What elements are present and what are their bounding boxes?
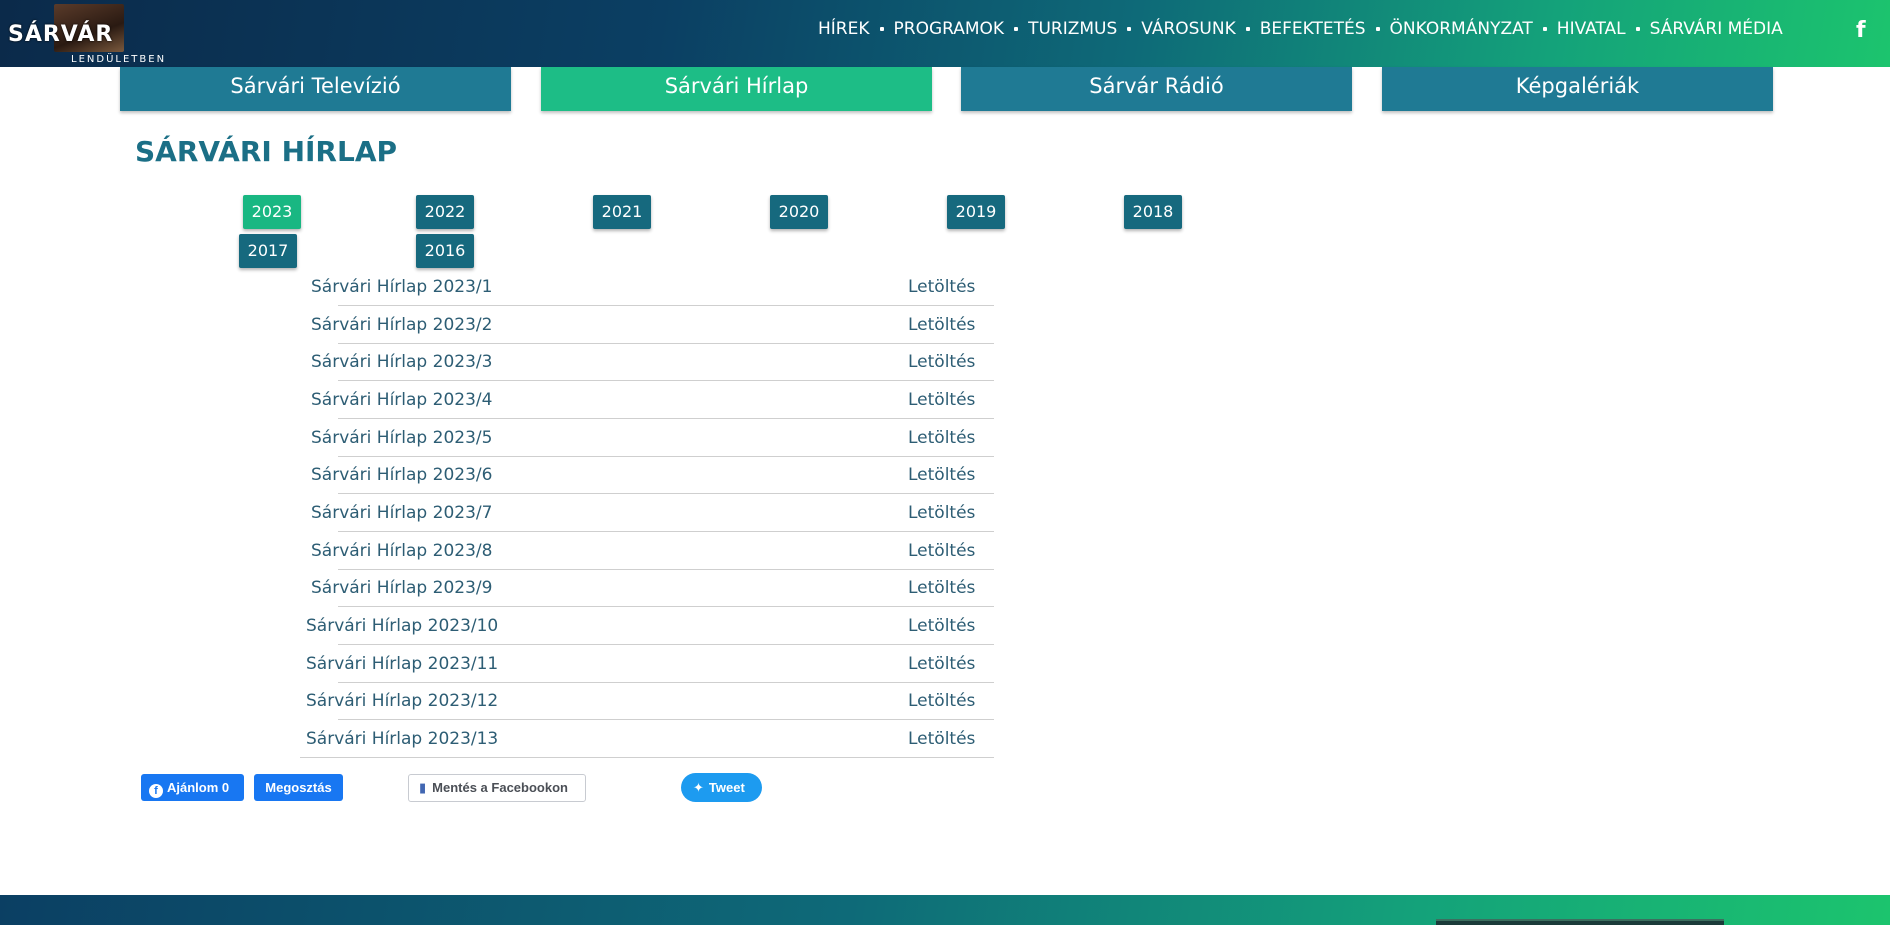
logo-title: SÁRVÁR: [8, 22, 114, 47]
facebook-share-button[interactable]: Megosztás: [254, 774, 343, 801]
year-button-2016[interactable]: 2016: [416, 234, 474, 268]
site-logo[interactable]: SÁRVÁR LENDÜLETBEN: [8, 4, 164, 65]
issue-name[interactable]: Sárvári Hírlap 2023/10: [306, 616, 498, 636]
nav-item-sarvari-media[interactable]: SÁRVÁRI MÉDIA: [1650, 19, 1783, 39]
nav-separator: [1542, 27, 1547, 31]
download-link[interactable]: Letöltés: [908, 503, 975, 523]
download-link[interactable]: Letöltés: [908, 315, 975, 335]
download-link[interactable]: Letöltés: [908, 578, 975, 598]
tweet-label: Tweet: [708, 780, 745, 795]
issue-row: Sárvári Hírlap 2023/9 Letöltés: [300, 569, 994, 607]
nav-separator: [1375, 27, 1380, 31]
nav-item-hivatal[interactable]: HIVATAL: [1557, 19, 1626, 39]
download-link[interactable]: Letöltés: [908, 654, 975, 674]
issue-name[interactable]: Sárvári Hírlap 2023/5: [311, 428, 492, 448]
issue-row: Sárvári Hírlap 2023/2 Letöltés: [300, 306, 994, 344]
nav-item-hirek[interactable]: HÍREK: [818, 19, 870, 39]
like-label: Ajánlom 0: [167, 780, 230, 795]
tab-sarvar-radio[interactable]: Sárvár Rádió: [961, 67, 1352, 111]
nav-item-varosunk[interactable]: VÁROSUNK: [1141, 19, 1235, 39]
download-link[interactable]: Letöltés: [908, 390, 975, 410]
site-header: SÁRVÁR LENDÜLETBEN HÍREK PROGRAMOK TURIZ…: [0, 0, 1890, 67]
issue-row: Sárvári Hírlap 2023/8 Letöltés: [300, 532, 994, 570]
tab-sarvari-televizio[interactable]: Sárvári Televízió: [120, 67, 511, 111]
download-link[interactable]: Letöltés: [908, 352, 975, 372]
bookmark-icon: ▮: [419, 780, 427, 795]
issue-name[interactable]: Sárvári Hírlap 2023/3: [311, 352, 492, 372]
download-link[interactable]: Letöltés: [908, 616, 975, 636]
nav-item-onkormanyzat[interactable]: ÖNKORMÁNYZAT: [1390, 19, 1533, 39]
main-nav: HÍREK PROGRAMOK TURIZMUS VÁROSUNK BEFEKT…: [818, 19, 1783, 39]
nav-separator: [1635, 27, 1640, 31]
facebook-logo-icon: f: [149, 784, 163, 798]
issue-name[interactable]: Sárvári Hírlap 2023/4: [311, 390, 492, 410]
download-link[interactable]: Letöltés: [908, 465, 975, 485]
issue-row: Sárvári Hírlap 2023/11 Letöltés: [300, 645, 994, 683]
issue-name[interactable]: Sárvári Hírlap 2023/9: [311, 578, 492, 598]
issue-row: Sárvári Hírlap 2023/3 Letöltés: [300, 343, 994, 381]
issue-name[interactable]: Sárvári Hírlap 2023/1: [311, 277, 492, 297]
download-link[interactable]: Letöltés: [908, 428, 975, 448]
issue-name[interactable]: Sárvári Hírlap 2023/6: [311, 465, 492, 485]
download-link[interactable]: Letöltés: [908, 691, 975, 711]
issue-name[interactable]: Sárvári Hírlap 2023/2: [311, 315, 492, 335]
issue-row: Sárvári Hírlap 2023/7 Letöltés: [300, 494, 994, 532]
issue-name[interactable]: Sárvári Hírlap 2023/7: [311, 503, 492, 523]
facebook-like-button[interactable]: f Ajánlom 0: [141, 774, 244, 801]
facebook-save-button[interactable]: ▮ Mentés a Facebookon: [408, 774, 586, 802]
footer-tab: [1436, 919, 1724, 925]
page-title: SÁRVÁRI HÍRLAP: [135, 135, 398, 168]
issue-name[interactable]: Sárvári Hírlap 2023/13: [306, 729, 498, 749]
tweet-button[interactable]: ✦ Tweet: [681, 773, 762, 802]
issue-row: Sárvári Hírlap 2023/4 Letöltés: [300, 381, 994, 419]
save-label: Mentés a Facebookon: [432, 780, 568, 795]
year-button-2022[interactable]: 2022: [416, 195, 474, 229]
issue-row: Sárvári Hírlap 2023/13 Letöltés: [300, 720, 994, 758]
issue-name[interactable]: Sárvári Hírlap 2023/12: [306, 691, 498, 711]
year-button-2023[interactable]: 2023: [243, 195, 301, 229]
nav-item-befektetes[interactable]: BEFEKTETÉS: [1260, 19, 1366, 39]
issue-name[interactable]: Sárvári Hírlap 2023/11: [306, 654, 498, 674]
logo-subtitle: LENDÜLETBEN: [71, 54, 167, 65]
nav-item-programok[interactable]: PROGRAMOK: [894, 19, 1005, 39]
nav-item-turizmus[interactable]: TURIZMUS: [1028, 19, 1117, 39]
nav-separator: [879, 27, 884, 31]
tab-kepgaleriak[interactable]: Képgalériák: [1382, 67, 1773, 111]
year-button-2019[interactable]: 2019: [947, 195, 1005, 229]
facebook-icon[interactable]: f: [1856, 18, 1866, 43]
year-button-2020[interactable]: 2020: [770, 195, 828, 229]
site-footer: [0, 895, 1890, 925]
nav-separator: [1014, 27, 1019, 31]
download-link[interactable]: Letöltés: [908, 541, 975, 561]
nav-separator: [1245, 27, 1250, 31]
year-button-2021[interactable]: 2021: [593, 195, 651, 229]
issue-row: Sárvári Hírlap 2023/5 Letöltés: [300, 419, 994, 457]
twitter-bird-icon: ✦: [693, 780, 704, 795]
issue-name[interactable]: Sárvári Hírlap 2023/8: [311, 541, 492, 561]
issue-row: Sárvári Hírlap 2023/6 Letöltés: [300, 456, 994, 494]
nav-separator: [1127, 27, 1132, 31]
issue-row: Sárvári Hírlap 2023/12 Letöltés: [300, 682, 994, 720]
tab-sarvari-hirlap[interactable]: Sárvári Hírlap: [541, 67, 932, 111]
issue-row: Sárvári Hírlap 2023/10 Letöltés: [300, 607, 994, 645]
download-link[interactable]: Letöltés: [908, 729, 975, 749]
row-divider: [300, 757, 994, 758]
issue-row: Sárvári Hírlap 2023/1 Letöltés: [300, 268, 994, 306]
year-button-2018[interactable]: 2018: [1124, 195, 1182, 229]
download-link[interactable]: Letöltés: [908, 277, 975, 297]
year-button-2017[interactable]: 2017: [239, 234, 297, 268]
